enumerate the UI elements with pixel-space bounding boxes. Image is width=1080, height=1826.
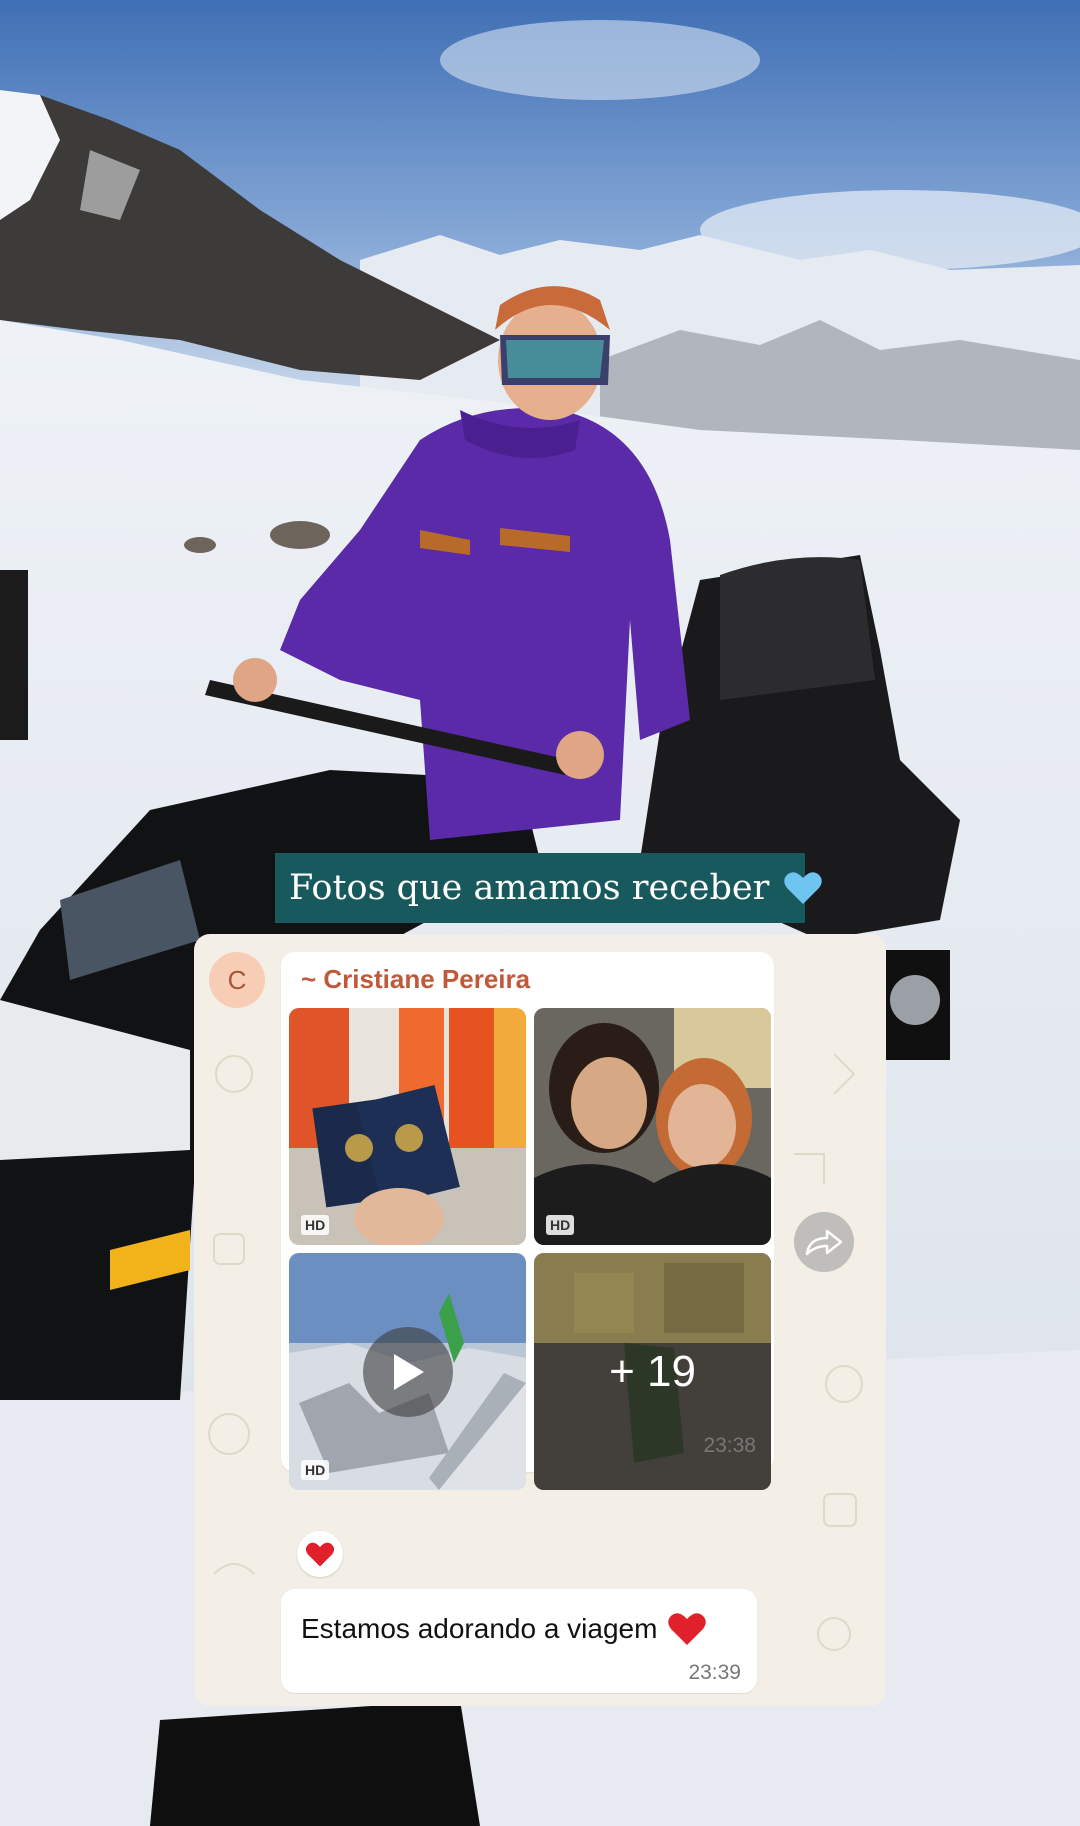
light-blue-heart-icon [783,870,823,906]
red-heart-icon [305,1542,335,1566]
message-row: Estamos adorando a viagem [301,1611,707,1647]
forward-icon [805,1229,843,1256]
media-timestamp: 23:38 [703,1434,756,1457]
hd-badge: HD [301,1460,330,1480]
media-thumbnail-selfie[interactable]: HD [534,1008,771,1245]
media-thumbnail-passports[interactable]: HD [289,1008,526,1245]
forward-button[interactable] [794,1212,854,1272]
hd-badge: HD [301,1215,330,1235]
story-caption: Fotos que amamos receber [275,853,823,923]
media-message-bubble[interactable]: ~ Cristiane Pereira HD HD HD + 19 23:38 [281,952,774,1490]
red-heart-icon [667,1611,707,1647]
text-message-bubble[interactable]: Estamos adorando a viagem 23:39 [281,1589,757,1693]
message-text: Estamos adorando a viagem [301,1613,658,1644]
avatar-letter: C [227,964,247,995]
sender-avatar[interactable]: C [209,952,265,1008]
media-thumbnail-video[interactable]: HD [289,1253,526,1490]
reaction-heart[interactable] [297,1531,343,1577]
play-icon [394,1354,424,1390]
hd-badge: HD [546,1215,575,1235]
message-timestamp: 23:39 [688,1661,741,1684]
sender-name[interactable]: ~ Cristiane Pereira [301,964,530,995]
caption-text: Fotos que amamos receber [289,868,770,908]
chat-screenshot-card: C ~ Cristiane Pereira HD HD HD + 19 23:3… [194,934,886,1706]
play-button[interactable] [363,1327,453,1417]
